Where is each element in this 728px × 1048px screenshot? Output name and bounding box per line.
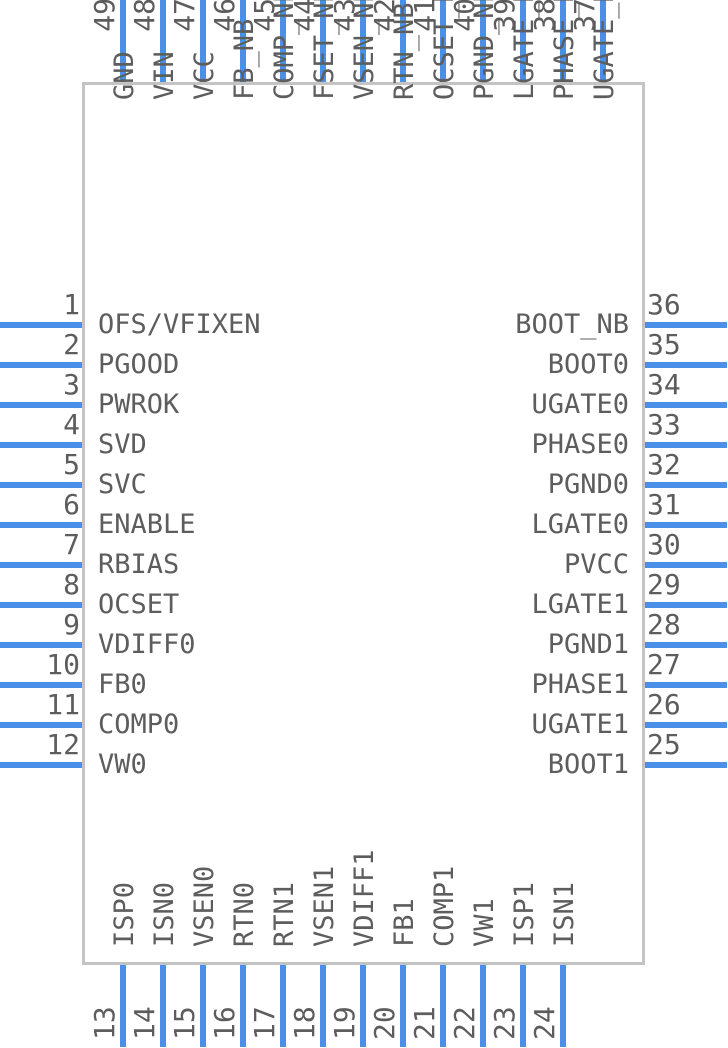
pin-label-48: VIN [149, 51, 180, 100]
pin-number-2: 2 [63, 328, 80, 361]
pin-label-20: FB1 [389, 898, 420, 947]
pin-label-27: PHASE1 [531, 669, 629, 700]
pin-number-11: 11 [46, 688, 80, 721]
pin-number-8: 8 [63, 568, 80, 601]
pin-label-10: FB0 [98, 669, 147, 700]
pin-label-12: VW0 [98, 749, 147, 780]
pin-label-13: ISP0 [109, 881, 140, 947]
pin-label-23: ISP1 [509, 881, 540, 947]
pin-label-16: RTN0 [229, 881, 260, 947]
pin-label-15: VSEN0 [189, 865, 220, 947]
pin-number-27: 27 [647, 648, 681, 681]
pin-number-13: 13 [88, 1006, 121, 1040]
pin-number-28: 28 [647, 608, 681, 641]
pin-label-5: SVC [98, 469, 147, 500]
pin-label-14: ISN0 [149, 881, 180, 947]
pin-label-42: RTN_NB [389, 2, 420, 100]
pin-number-29: 29 [647, 568, 681, 601]
pin-number-34: 34 [647, 368, 681, 401]
pin-label-47: VCC [189, 51, 220, 100]
pin-label-9: VDIFF0 [98, 629, 196, 660]
pin-lead-12[interactable] [0, 762, 82, 768]
pin-label-19: VDIFF1 [349, 849, 380, 947]
pin-number-12: 12 [46, 728, 80, 761]
pin-lead-27[interactable] [645, 682, 727, 688]
pin-label-33: PHASE0 [531, 429, 629, 460]
pin-label-21: COMP1 [429, 865, 460, 947]
pin-lead-29[interactable] [645, 602, 727, 608]
pin-number-25: 25 [647, 728, 681, 761]
pin-label-17: RTN1 [269, 881, 300, 947]
pin-number-21: 21 [408, 1006, 441, 1040]
pin-number-18: 18 [288, 1006, 321, 1040]
pin-number-32: 32 [647, 448, 681, 481]
pin-label-32: PGND0 [547, 469, 629, 500]
pin-label-4: SVD [98, 429, 147, 460]
pin-label-8: OCSET [98, 589, 180, 620]
pin-number-19: 19 [328, 1006, 361, 1040]
pin-label-35: BOOT0 [547, 349, 629, 380]
pin-label-18: VSEN1 [309, 865, 340, 947]
pin-label-6: ENABLE [98, 509, 196, 540]
pin-label-29: LGATE1 [531, 589, 629, 620]
pin-label-34: UGATE0 [531, 389, 629, 420]
pin-lead-26[interactable] [645, 722, 727, 728]
pin-label-43: VSEN_NB [349, 0, 380, 100]
pin-label-46: FB_NB [229, 18, 260, 100]
pin-label-45: COMP_NB [269, 0, 300, 100]
pin-number-36: 36 [647, 288, 681, 321]
pin-number-15: 15 [168, 1006, 201, 1040]
pin-number-20: 20 [368, 1006, 401, 1040]
pin-number-22: 22 [448, 1006, 481, 1040]
pin-number-1: 1 [63, 288, 80, 321]
pin-label-38: PHASE_NB [549, 0, 580, 100]
pin-number-16: 16 [208, 1006, 241, 1040]
pin-label-41: OCSET_NB [429, 0, 460, 100]
pin-label-25: BOOT1 [547, 749, 629, 780]
pin-label-31: LGATE0 [531, 509, 629, 540]
pin-label-28: PGND1 [547, 629, 629, 660]
pin-number-24: 24 [528, 1006, 561, 1040]
pin-lead-30[interactable] [645, 562, 727, 568]
pin-label-36: BOOT_NB [515, 309, 629, 340]
pin-lead-35[interactable] [645, 362, 727, 368]
pin-number-7: 7 [63, 528, 80, 561]
pin-number-4: 4 [63, 408, 80, 441]
pin-number-26: 26 [647, 688, 681, 721]
pin-label-24: ISN1 [549, 881, 580, 947]
pin-lead-28[interactable] [645, 642, 727, 648]
pin-label-40: PGND_NB [469, 0, 500, 100]
pin-label-49: GND [109, 51, 140, 100]
pin-label-2: PGOOD [98, 349, 180, 380]
pin-number-14: 14 [128, 1006, 161, 1040]
pin-lead-33[interactable] [645, 442, 727, 448]
pin-number-31: 31 [647, 488, 681, 521]
pin-label-30: PVCC [563, 549, 629, 580]
pin-lead-34[interactable] [645, 402, 727, 408]
pin-number-17: 17 [248, 1006, 281, 1040]
pin-number-30: 30 [647, 528, 681, 561]
pin-number-35: 35 [647, 328, 681, 361]
pin-number-6: 6 [63, 488, 80, 521]
pin-label-7: RBIAS [98, 549, 180, 580]
pin-lead-31[interactable] [645, 522, 727, 528]
pin-number-3: 3 [63, 368, 80, 401]
pin-label-22: VW1 [469, 898, 500, 947]
pin-lead-25[interactable] [645, 762, 727, 768]
pin-label-37: UGATE_NB [589, 0, 620, 100]
pin-label-39: LGATE_NB [509, 0, 540, 100]
pin-number-23: 23 [488, 1006, 521, 1040]
pin-number-33: 33 [647, 408, 681, 441]
pin-label-44: FSET_NB [309, 0, 340, 100]
pin-lead-36[interactable] [645, 322, 727, 328]
pin-label-26: UGATE1 [531, 709, 629, 740]
pin-label-3: PWROK [98, 389, 180, 420]
pin-lead-32[interactable] [645, 482, 727, 488]
pin-label-1: OFS/VFIXEN [98, 309, 261, 340]
pin-label-11: COMP0 [98, 709, 180, 740]
pin-number-5: 5 [63, 448, 80, 481]
pin-number-10: 10 [46, 648, 80, 681]
pin-number-9: 9 [63, 608, 80, 641]
ic-pinout-diagram: 1 OFS/VFIXEN 2 PGOOD 3 PWROK 4 SVD 5 SVC 6 ENABLE 7 R… [0, 0, 728, 1048]
